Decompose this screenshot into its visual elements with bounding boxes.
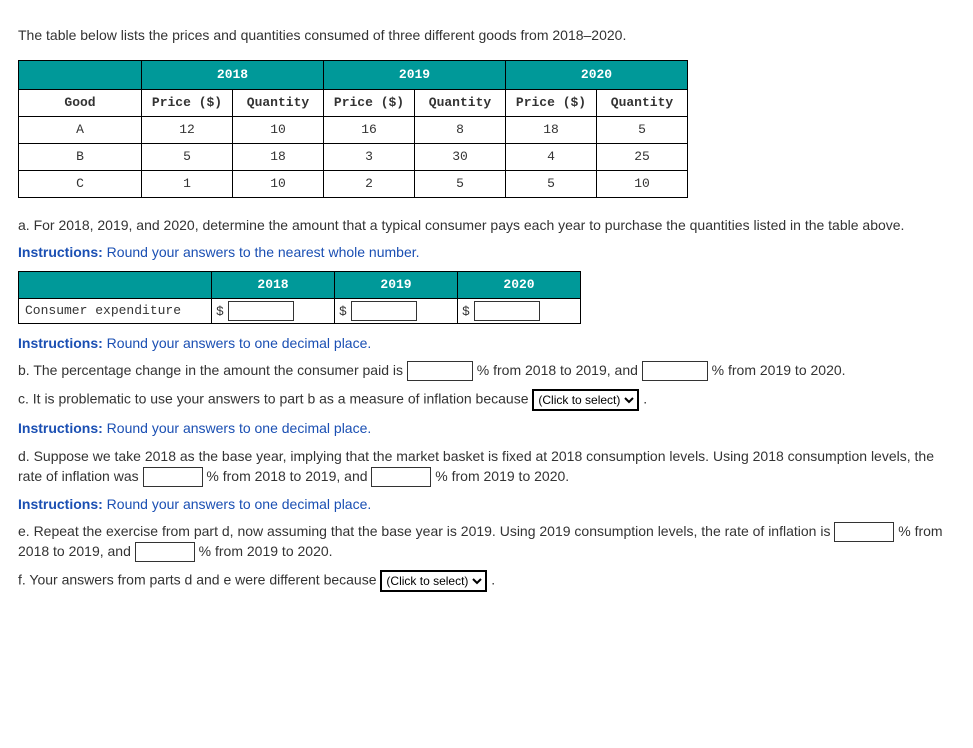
- part-b-mid: % from 2018 to 2019, and: [473, 362, 642, 378]
- data-cell: 5: [142, 143, 233, 170]
- data-cell: 10: [233, 116, 324, 143]
- instructions-label: Instructions:: [18, 244, 103, 260]
- part-f-post: .: [487, 572, 495, 588]
- part-b-pre: b. The percentage change in the amount t…: [18, 362, 407, 378]
- goods-table: 2018 2019 2020 Good Price ($) Quantity P…: [18, 60, 688, 198]
- expend-year-2019: 2019: [335, 271, 458, 298]
- data-cell: 18: [233, 143, 324, 170]
- c-select[interactable]: (Click to select): [532, 389, 639, 411]
- table-row: A 12 10 16 8 18 5: [19, 116, 688, 143]
- data-cell: 10: [597, 170, 688, 197]
- data-cell: 2: [324, 170, 415, 197]
- qty-header-2018: Quantity: [233, 89, 324, 116]
- part-c: c. It is problematic to use your answers…: [18, 389, 955, 411]
- table-row: B 5 18 3 30 4 25: [19, 143, 688, 170]
- b-input-2[interactable]: [642, 361, 708, 381]
- intro-text: The table below lists the prices and qua…: [18, 26, 955, 46]
- year-2018-header: 2018: [142, 60, 324, 89]
- part-f: f. Your answers from parts d and e were …: [18, 570, 955, 592]
- instructions-decimal-1: Instructions: Round your answers to one …: [18, 334, 955, 354]
- dollar-sign: $: [462, 304, 470, 319]
- data-cell: 30: [415, 143, 506, 170]
- b-input-1[interactable]: [407, 361, 473, 381]
- part-e-pre: e. Repeat the exercise from part d, now …: [18, 523, 834, 539]
- data-cell: 5: [506, 170, 597, 197]
- qty-header-2020: Quantity: [597, 89, 688, 116]
- instructions-decimal-2: Instructions: Round your answers to one …: [18, 419, 955, 439]
- data-cell: 5: [597, 116, 688, 143]
- part-a-text: a. For 2018, 2019, and 2020, determine t…: [18, 216, 955, 236]
- data-cell: 18: [506, 116, 597, 143]
- part-d-post: % from 2019 to 2020.: [431, 468, 569, 484]
- instructions-whole: Instructions: Round your answers to the …: [18, 243, 955, 263]
- expenditure-table: 2018 2019 2020 Consumer expenditure $ $ …: [18, 271, 581, 324]
- qty-header-2019: Quantity: [415, 89, 506, 116]
- part-d: d. Suppose we take 2018 as the base year…: [18, 447, 955, 487]
- data-cell: 8: [415, 116, 506, 143]
- good-cell: C: [19, 170, 142, 197]
- part-f-pre: f. Your answers from parts d and e were …: [18, 572, 380, 588]
- instructions-text: Round your answers to the nearest whole …: [103, 244, 420, 260]
- instructions-label: Instructions:: [18, 496, 103, 512]
- e-input-2[interactable]: [135, 542, 195, 562]
- e-input-1[interactable]: [834, 522, 894, 542]
- expend-2018-input[interactable]: [228, 301, 294, 321]
- f-select[interactable]: (Click to select): [380, 570, 487, 592]
- data-cell: 16: [324, 116, 415, 143]
- part-c-post: .: [639, 391, 647, 407]
- part-e: e. Repeat the exercise from part d, now …: [18, 522, 955, 562]
- instructions-text: Round your answers to one decimal place.: [103, 496, 371, 512]
- expend-year-2020: 2020: [458, 271, 581, 298]
- price-header-2018: Price ($): [142, 89, 233, 116]
- expend-2019-input[interactable]: [351, 301, 417, 321]
- data-cell: 1: [142, 170, 233, 197]
- data-cell: 3: [324, 143, 415, 170]
- expenditure-label: Consumer expenditure: [19, 298, 212, 323]
- part-b-post: % from 2019 to 2020.: [708, 362, 846, 378]
- data-cell: 10: [233, 170, 324, 197]
- price-header-2019: Price ($): [324, 89, 415, 116]
- d-input-1[interactable]: [143, 467, 203, 487]
- part-e-post: % from 2019 to 2020.: [195, 543, 333, 559]
- data-cell: 12: [142, 116, 233, 143]
- expend-2020-input[interactable]: [474, 301, 540, 321]
- dollar-sign: $: [339, 304, 347, 319]
- good-cell: A: [19, 116, 142, 143]
- instructions-label: Instructions:: [18, 335, 103, 351]
- instructions-label: Instructions:: [18, 420, 103, 436]
- year-2020-header: 2020: [506, 60, 688, 89]
- good-cell: B: [19, 143, 142, 170]
- data-cell: 25: [597, 143, 688, 170]
- dollar-sign: $: [216, 304, 224, 319]
- part-d-mid: % from 2018 to 2019, and: [203, 468, 372, 484]
- expend-year-2018: 2018: [212, 271, 335, 298]
- data-cell: 4: [506, 143, 597, 170]
- instructions-text: Round your answers to one decimal place.: [103, 420, 371, 436]
- instructions-decimal-3: Instructions: Round your answers to one …: [18, 495, 955, 515]
- part-c-pre: c. It is problematic to use your answers…: [18, 391, 532, 407]
- year-2019-header: 2019: [324, 60, 506, 89]
- price-header-2020: Price ($): [506, 89, 597, 116]
- data-cell: 5: [415, 170, 506, 197]
- table-row: C 1 10 2 5 5 10: [19, 170, 688, 197]
- good-header: Good: [19, 89, 142, 116]
- d-input-2[interactable]: [371, 467, 431, 487]
- part-b: b. The percentage change in the amount t…: [18, 361, 955, 381]
- instructions-text: Round your answers to one decimal place.: [103, 335, 371, 351]
